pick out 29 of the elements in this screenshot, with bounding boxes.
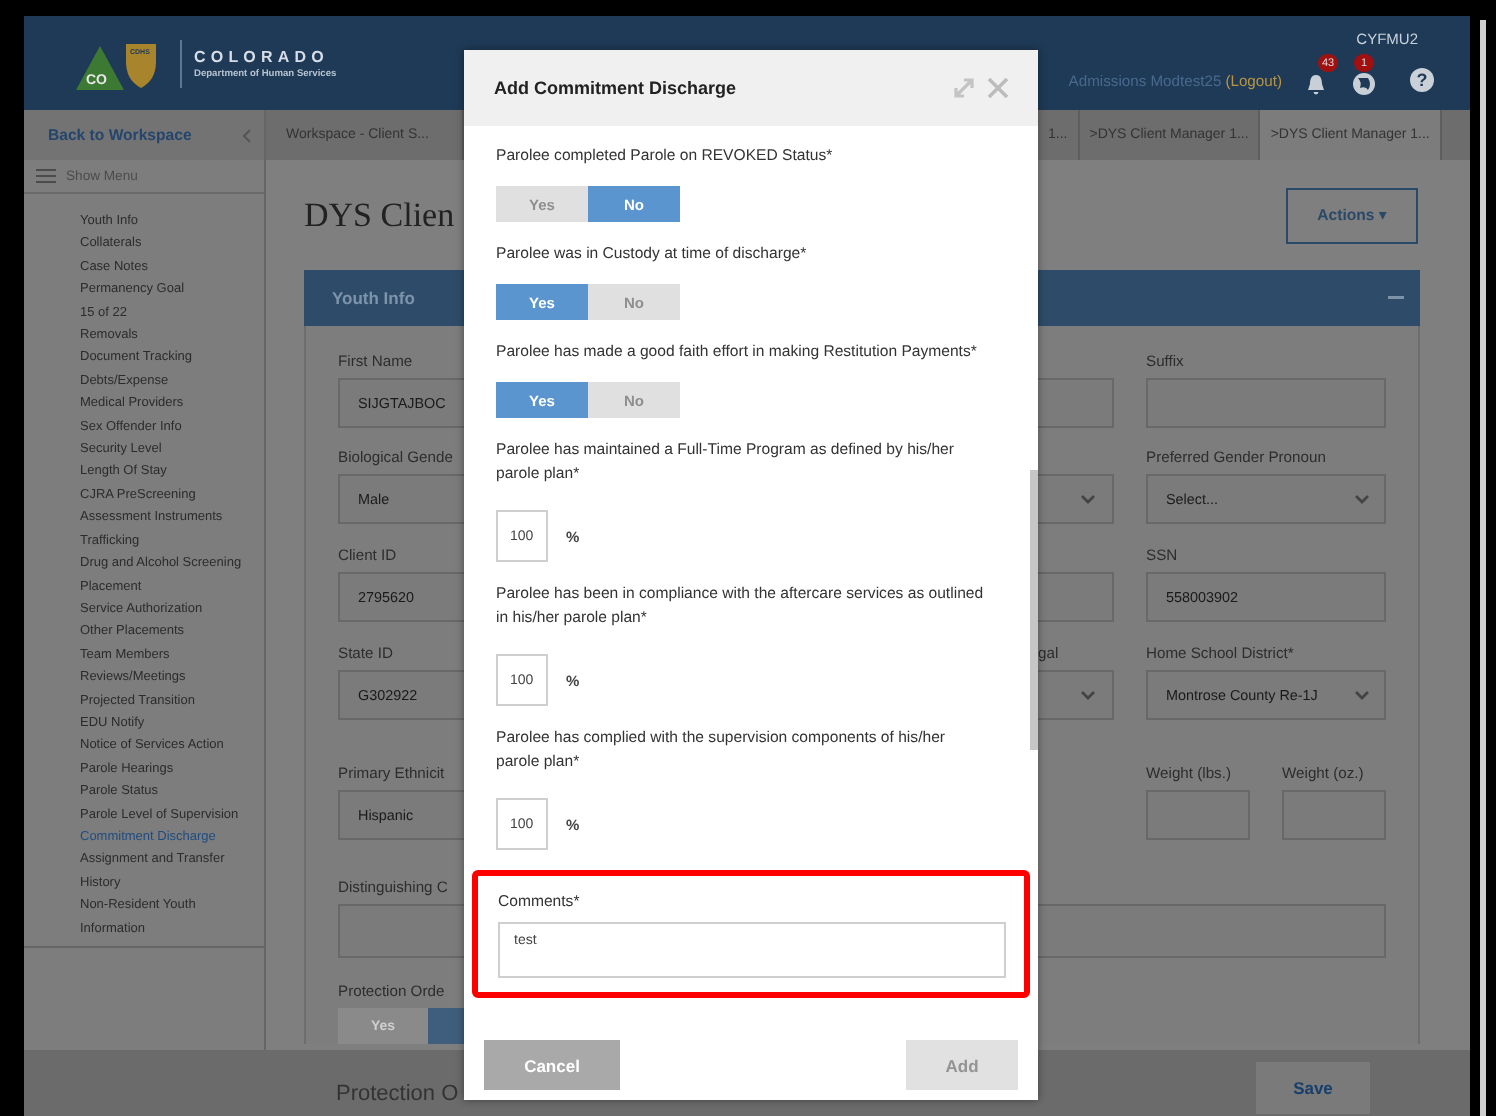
save-button[interactable]: Save — [1256, 1061, 1370, 1113]
text-area[interactable] — [338, 904, 464, 958]
expand-icon[interactable] — [952, 76, 976, 100]
section-heading: Protection O — [334, 1081, 461, 1105]
org-name: COLORADO — [194, 47, 331, 65]
input-field[interactable] — [1038, 572, 1114, 622]
chevron-down-icon — [1354, 494, 1370, 504]
input-field[interactable] — [1038, 378, 1114, 428]
menu-icon[interactable] — [36, 168, 56, 184]
minimize-icon[interactable] — [1388, 296, 1404, 300]
close-icon[interactable] — [986, 76, 1010, 100]
bell-icon[interactable] — [1306, 74, 1326, 96]
chevron-down-icon — [1080, 690, 1096, 700]
scrollbar[interactable] — [1030, 470, 1038, 750]
help-button[interactable]: ? — [1410, 68, 1434, 92]
globe-icon[interactable] — [1352, 72, 1376, 96]
chevron-left-icon[interactable] — [242, 127, 252, 143]
select-field[interactable] — [1038, 474, 1114, 524]
select-field[interactable] — [1038, 670, 1114, 720]
page-title: DYS Clien — [304, 195, 455, 235]
mountain-logo-icon — [76, 43, 156, 89]
text-area[interactable] — [1038, 904, 1386, 958]
panel-title: Youth Info — [332, 288, 415, 308]
chevron-down-icon — [1080, 494, 1096, 504]
toggle-option[interactable] — [428, 1008, 464, 1044]
chevron-down-icon — [1354, 690, 1370, 700]
page-scrollbar[interactable] — [1480, 20, 1486, 1116]
cancel-button[interactable]: Cancel — [484, 1040, 620, 1090]
dialog-title: Add Commitment Discharge — [494, 78, 737, 98]
